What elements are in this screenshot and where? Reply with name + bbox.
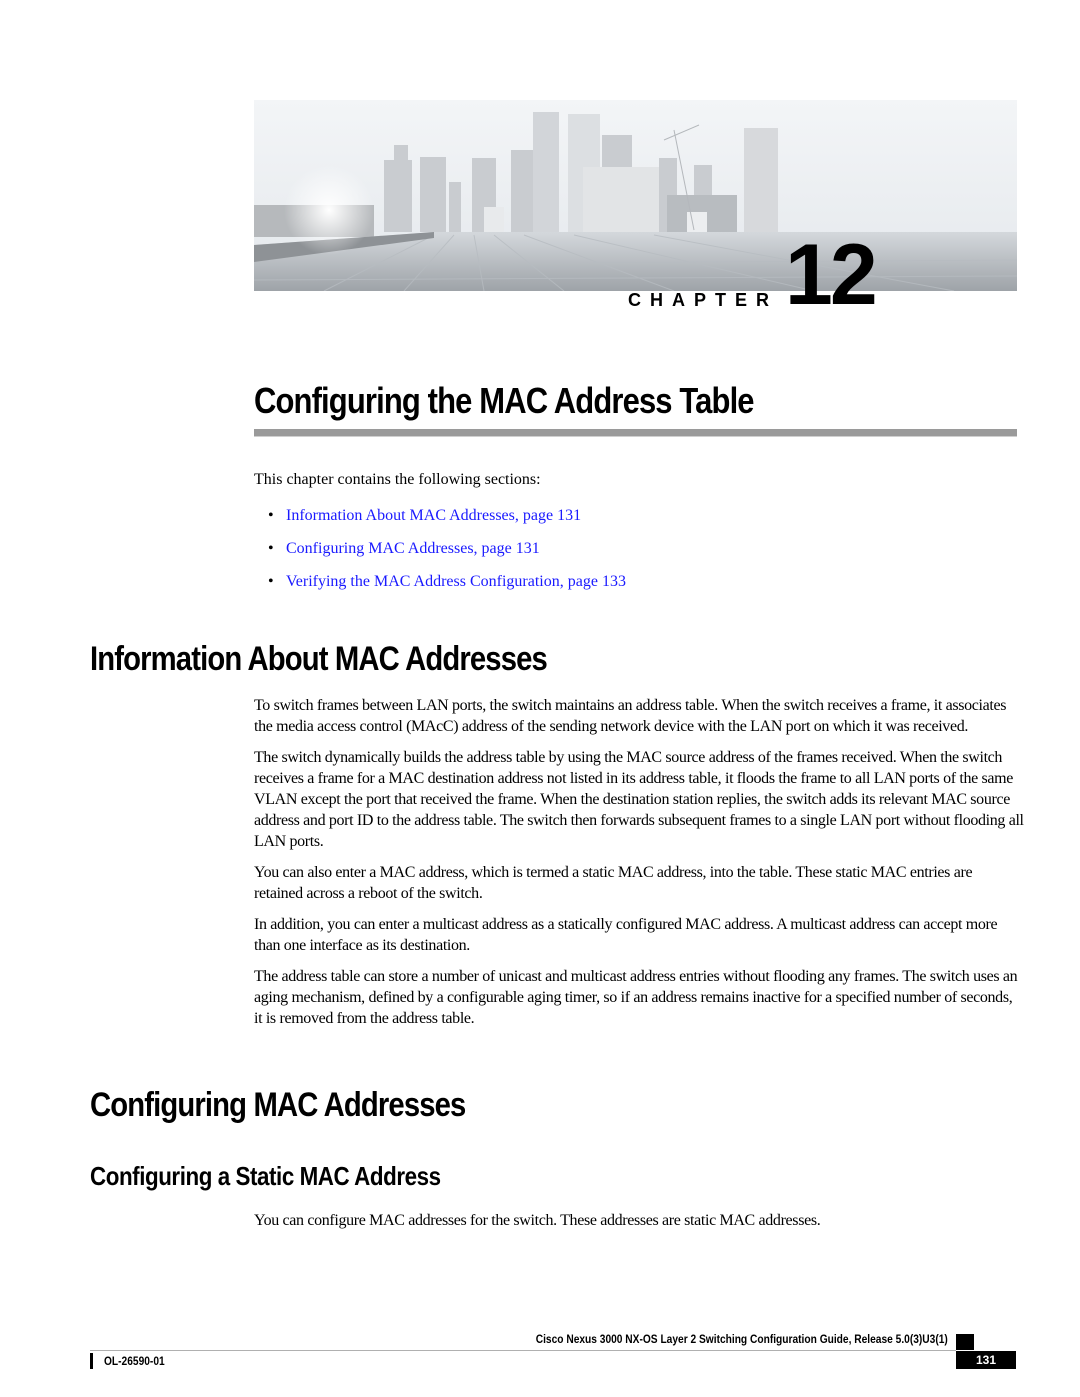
toc-item: • Information About MAC Addresses, page … (268, 507, 626, 540)
chapter-hero-image (254, 100, 1017, 291)
paragraph: In addition, you can enter a multicast a… (254, 916, 998, 954)
footer-guide-title: Cisco Nexus 3000 NX-OS Layer 2 Switching… (535, 1332, 948, 1346)
intro-text: This chapter contains the following sect… (254, 471, 541, 488)
information-body: To switch frames between LAN ports, the … (254, 695, 1024, 1039)
paragraph: You can also enter a MAC address, which … (254, 864, 973, 902)
footer-bar (90, 1353, 93, 1369)
static-mac-body: You can configure MAC addresses for the … (254, 1210, 1024, 1241)
section-heading-configuring: Configuring MAC Addresses (90, 1086, 466, 1124)
toc-item: • Verifying the MAC Address Configuratio… (268, 573, 626, 606)
skyline-illustration (254, 100, 1017, 291)
footer-page-number: 131 (956, 1351, 1016, 1369)
bullet-icon: • (268, 573, 274, 590)
paragraph: The address table can store a number of … (254, 968, 1018, 1027)
chapter-label: CHAPTER (628, 290, 779, 310)
chapter-number: 12 (785, 227, 878, 323)
footer-marker (956, 1334, 974, 1350)
toc-link-configuring-mac-addresses[interactable]: Configuring MAC Addresses, page 131 (286, 540, 540, 558)
bullet-icon: • (268, 507, 274, 524)
footer-doc-id: OL-26590-01 (104, 1354, 165, 1368)
toc-item: • Configuring MAC Addresses, page 131 (268, 540, 626, 573)
toc-link-verifying-mac-address-configuration[interactable]: Verifying the MAC Address Configuration,… (286, 573, 626, 591)
paragraph: To switch frames between LAN ports, the … (254, 697, 1007, 735)
subsection-heading-static-mac: Configuring a Static MAC Address (90, 1161, 441, 1191)
paragraph: You can configure MAC addresses for the … (254, 1212, 821, 1229)
footer-rule (90, 1350, 956, 1351)
bullet-icon: • (268, 540, 274, 557)
toc-link-information-about-mac-addresses[interactable]: Information About MAC Addresses, page 13… (286, 507, 581, 525)
paragraph: The switch dynamically builds the addres… (254, 749, 1024, 850)
section-heading-information: Information About MAC Addresses (90, 640, 548, 678)
section-toc: • Information About MAC Addresses, page … (268, 507, 626, 606)
chapter-title: Configuring the MAC Address Table (254, 380, 755, 421)
title-rule (254, 429, 1017, 437)
